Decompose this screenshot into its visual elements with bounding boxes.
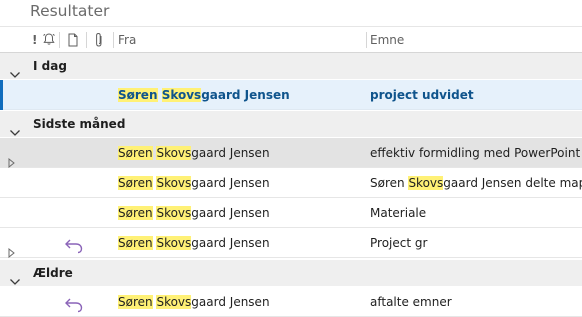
sender-name: Søren Skovsgaard Jensen bbox=[118, 206, 270, 220]
message-subject: effektiv formidling med PowerPoint bbox=[370, 146, 581, 160]
bell-icon[interactable] bbox=[42, 32, 56, 48]
subject-column-header[interactable]: Emne bbox=[370, 27, 404, 53]
column-header-bar: ! Fra Emne bbox=[0, 26, 582, 53]
paperclip-icon[interactable] bbox=[93, 32, 105, 48]
message-subject: Materiale bbox=[370, 206, 427, 220]
message-row[interactable]: Søren Skovsgaard Jensen Materiale bbox=[0, 198, 582, 228]
message-row[interactable]: Søren Skovsgaard Jensen effektiv formidl… bbox=[0, 138, 582, 169]
sender-name: Søren Skovsgaard Jensen bbox=[118, 176, 270, 190]
message-subject: project udvidet bbox=[370, 88, 474, 102]
sender-name: Søren Skovsgaard Jensen bbox=[118, 146, 270, 160]
importance-column-header[interactable]: ! bbox=[32, 27, 37, 53]
message-subject: Søren Skovsgaard Jensen delte map bbox=[370, 176, 582, 190]
message-row[interactable]: Søren Skovsgaard Jensen aftalte emner bbox=[0, 287, 582, 317]
group-label: Sidste måned bbox=[33, 117, 126, 131]
search-results-pane: Resultater ! Fra Emne I dag Søren Skovsg… bbox=[0, 0, 582, 317]
group-header-older[interactable]: Ældre bbox=[0, 260, 582, 286]
sender-name: Søren Skovsgaard Jensen bbox=[118, 295, 270, 309]
group-label: Ældre bbox=[33, 266, 73, 280]
message-row[interactable]: Søren Skovsgaard Jensen Søren Skovsgaard… bbox=[0, 168, 582, 198]
group-label: I dag bbox=[33, 59, 67, 73]
results-title: Resultater bbox=[30, 2, 110, 20]
sender-name: Søren Skovsgaard Jensen bbox=[118, 88, 290, 102]
message-row[interactable]: Søren Skovsgaard Jensen Project gr bbox=[0, 228, 582, 259]
message-row[interactable]: Søren Skovsgaard Jensen project udvidet bbox=[0, 80, 582, 110]
message-subject: aftalte emner bbox=[370, 295, 452, 309]
reply-arrow-icon bbox=[64, 294, 84, 317]
from-column-header[interactable]: Fra bbox=[118, 27, 136, 53]
message-subject: Project gr bbox=[370, 236, 428, 250]
group-header-last-month[interactable]: Sidste måned bbox=[0, 111, 582, 137]
sender-name: Søren Skovsgaard Jensen bbox=[118, 236, 270, 250]
document-icon[interactable] bbox=[67, 33, 79, 49]
selection-indicator bbox=[0, 80, 3, 110]
group-header-today[interactable]: I dag bbox=[0, 53, 582, 79]
